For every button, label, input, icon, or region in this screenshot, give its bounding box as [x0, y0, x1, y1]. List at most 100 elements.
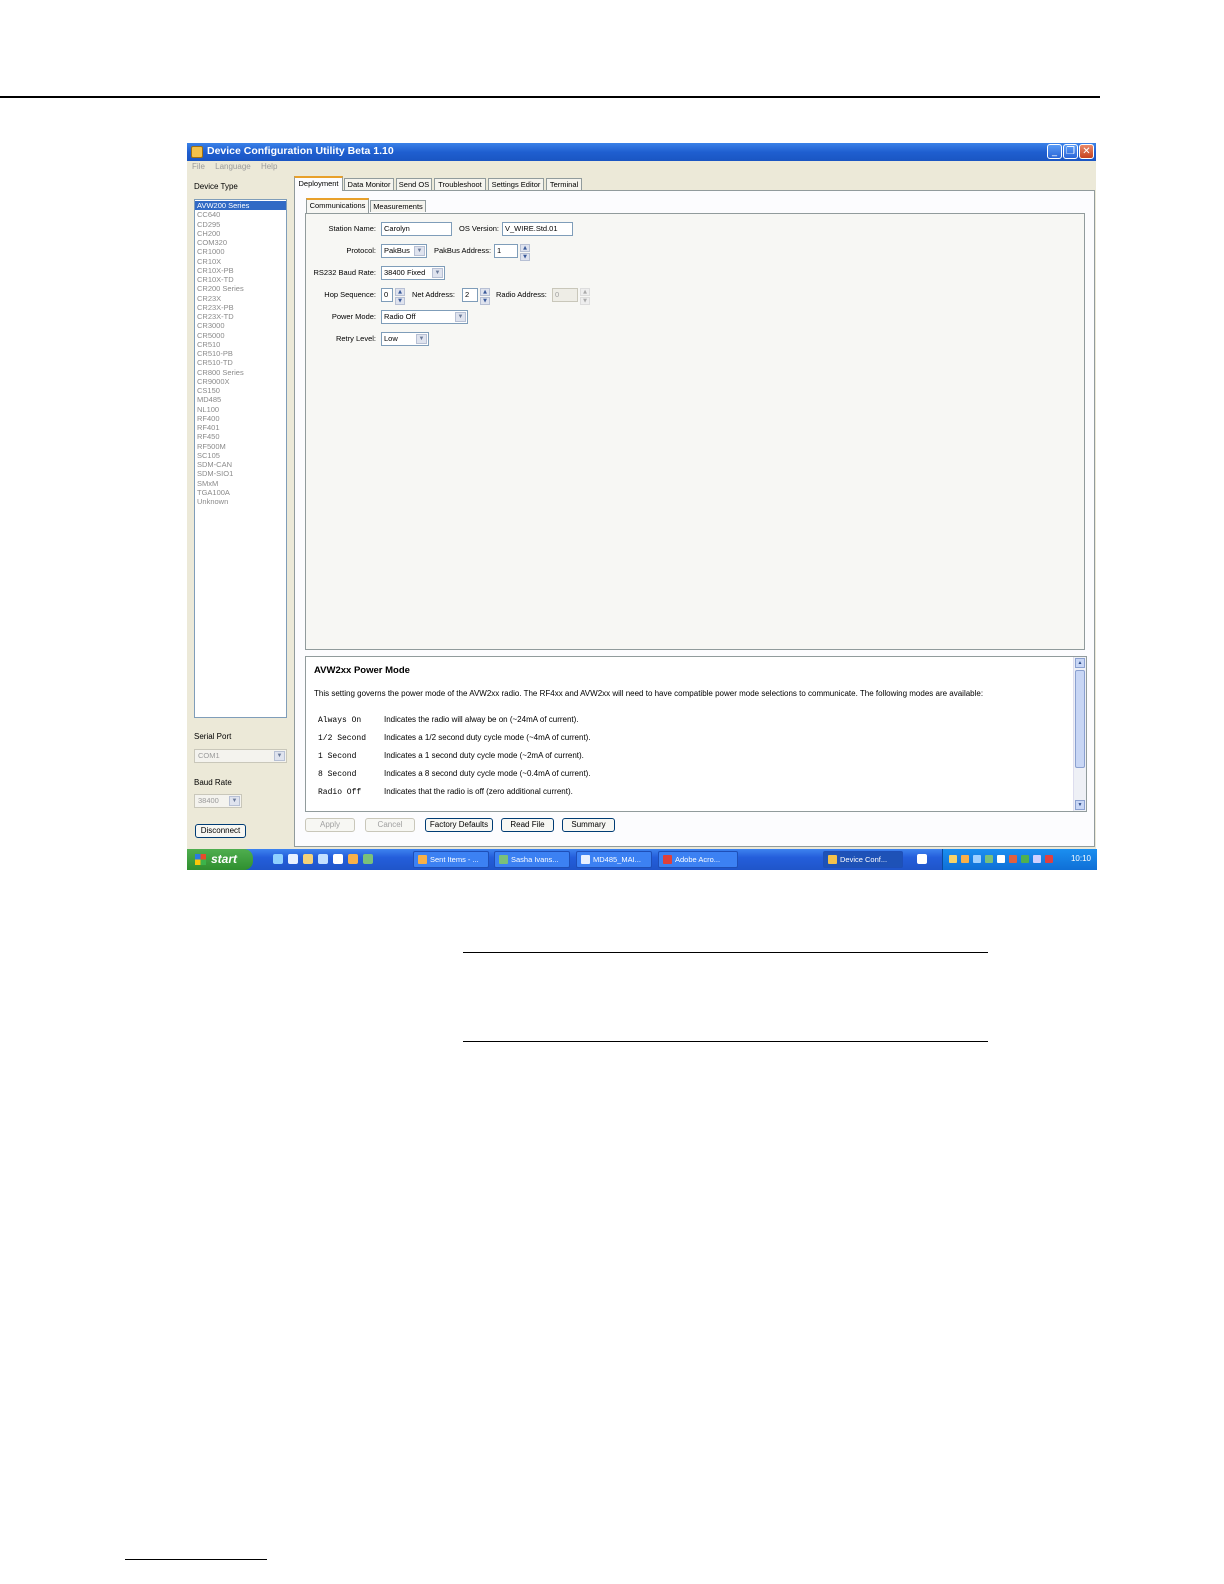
retry-level-select[interactable]: Low ▼ — [381, 332, 429, 346]
mail-icon[interactable] — [949, 855, 957, 863]
menu-file[interactable]: File — [192, 162, 205, 171]
device-list-item[interactable]: RF500M — [195, 442, 286, 451]
pakbus-address-stepper[interactable]: ▲ ▼ — [520, 244, 530, 261]
people-icon[interactable] — [363, 854, 373, 864]
device-list-item[interactable]: CR510-PB — [195, 349, 286, 358]
device-list-item[interactable]: NL100 — [195, 405, 286, 414]
outlook-tray-icon[interactable] — [961, 855, 969, 863]
device-list-item[interactable]: CR23X — [195, 294, 286, 303]
hop-sequence-input[interactable]: 0 — [381, 288, 393, 302]
tab-deployment[interactable]: Deployment — [294, 176, 343, 191]
device-list-item[interactable]: SDM-SIO1 — [195, 469, 286, 478]
scroll-down-icon[interactable]: ▼ — [1075, 800, 1085, 810]
factory-defaults-button[interactable]: Factory Defaults — [425, 818, 493, 832]
tab-troubleshoot[interactable]: Troubleshoot — [434, 178, 486, 190]
device-list-item[interactable]: CD295 — [195, 220, 286, 229]
device-list-item[interactable]: CR510-TD — [195, 358, 286, 367]
device-list-item[interactable]: SDM-CAN — [195, 460, 286, 469]
device-list-item[interactable]: TGA100A — [195, 488, 286, 497]
volume-icon[interactable] — [997, 855, 1005, 863]
disconnect-button[interactable]: Disconnect — [195, 824, 246, 838]
tab-communications[interactable]: Communications — [306, 198, 369, 213]
alert-icon[interactable] — [1045, 855, 1053, 863]
folder-icon[interactable] — [303, 854, 313, 864]
ie-icon[interactable] — [273, 854, 283, 864]
tab-measurements[interactable]: Measurements — [370, 200, 426, 212]
disc-icon[interactable] — [333, 854, 343, 864]
minimize-button[interactable]: _ — [1047, 144, 1062, 159]
power-mode-select[interactable]: Radio Off ▼ — [381, 310, 468, 324]
device-list-item[interactable]: CR10X-TD — [195, 275, 286, 284]
serial-port-value: COM1 — [198, 751, 220, 760]
menu-language[interactable]: Language — [215, 162, 251, 171]
page-header-rule — [0, 96, 1100, 98]
summary-button[interactable]: Summary — [562, 818, 615, 832]
rs232-baud-rate-select[interactable]: 38400 Fixed ▼ — [381, 266, 445, 280]
device-list-item[interactable]: COM320 — [195, 238, 286, 247]
device-type-list[interactable]: AVW200 Series CC640 CD295 CH200 COM320 CR1000… — [194, 199, 287, 718]
device-list-item[interactable]: MD485 — [195, 395, 286, 404]
device-list-item[interactable]: RF400 — [195, 414, 286, 423]
device-list-item[interactable]: CR10X — [195, 257, 286, 266]
device-list-item[interactable]: CR3000 — [195, 321, 286, 330]
tab-send-os[interactable]: Send OS — [396, 178, 432, 190]
scroll-up-icon[interactable]: ▲ — [1075, 658, 1085, 668]
cancel-button[interactable]: Cancel — [365, 818, 415, 832]
apply-button[interactable]: Apply — [305, 818, 355, 832]
station-name-input[interactable]: Carolyn — [381, 222, 452, 236]
media-icon[interactable] — [318, 854, 328, 864]
net-address-input[interactable]: 2 — [462, 288, 478, 302]
serial-port-select[interactable]: COM1 ▼ — [194, 749, 287, 763]
tab-data-monitor[interactable]: Data Monitor — [344, 178, 394, 190]
device-list-item[interactable]: RF450 — [195, 432, 286, 441]
device-list-item[interactable]: Unknown — [195, 497, 286, 506]
device-list-item[interactable]: CH200 — [195, 229, 286, 238]
outlook-icon[interactable] — [348, 854, 358, 864]
tab-settings-editor[interactable]: Settings Editor — [488, 178, 544, 190]
task-adobe-acrobat[interactable]: Adobe Acro... — [658, 851, 738, 868]
messenger-tray-icon[interactable] — [985, 855, 993, 863]
menu-bar: File Language Help — [187, 162, 280, 174]
restore-button[interactable]: ❐ — [1063, 144, 1078, 159]
device-list-item[interactable]: CR23X-TD — [195, 312, 286, 321]
network-icon[interactable] — [973, 855, 981, 863]
task-md485[interactable]: MD485_MAI... — [576, 851, 652, 868]
title-bar[interactable]: Device Configuration Utility Beta 1.10 _… — [187, 143, 1096, 161]
start-button[interactable]: start — [187, 849, 253, 870]
device-list-item[interactable]: RF401 — [195, 423, 286, 432]
scroll-thumb[interactable] — [1075, 670, 1085, 768]
device-list-item[interactable]: CR9000X — [195, 377, 286, 386]
menu-help[interactable]: Help — [261, 162, 277, 171]
help-title: AVW2xx Power Mode — [314, 665, 410, 676]
device-list-item[interactable]: CR5000 — [195, 331, 286, 340]
antivirus-icon[interactable] — [1009, 855, 1017, 863]
net-address-stepper[interactable]: ▲ ▼ — [480, 288, 490, 305]
close-button[interactable]: ✕ — [1079, 144, 1094, 159]
device-list-item[interactable]: CR1000 — [195, 247, 286, 256]
device-list-item[interactable]: CR510 — [195, 340, 286, 349]
task-device-config[interactable]: Device Conf... — [823, 851, 903, 868]
device-list-item[interactable]: SMxM — [195, 479, 286, 488]
baud-rate-select[interactable]: 38400 ▼ — [194, 794, 242, 808]
hop-sequence-stepper[interactable]: ▲ ▼ — [395, 288, 405, 305]
help-scrollbar[interactable]: ▲ ▼ — [1073, 657, 1086, 811]
tab-terminal[interactable]: Terminal — [546, 178, 582, 190]
device-list-item[interactable]: CR10X-PB — [195, 266, 286, 275]
device-list-item[interactable]: CS150 — [195, 386, 286, 395]
help-icon[interactable] — [917, 854, 927, 864]
read-file-button[interactable]: Read File — [501, 818, 554, 832]
outlook-icon — [418, 855, 427, 864]
device-list-item[interactable]: CR23X-PB — [195, 303, 286, 312]
document-icon[interactable] — [288, 854, 298, 864]
task-sasha-ivans[interactable]: Sasha Ivans... — [494, 851, 570, 868]
device-list-item[interactable]: CC640 — [195, 210, 286, 219]
device-list-item[interactable]: CR200 Series — [195, 284, 286, 293]
security-icon[interactable] — [1021, 855, 1029, 863]
pakbus-address-input[interactable]: 1 — [494, 244, 518, 258]
device-list-item[interactable]: AVW200 Series — [195, 201, 286, 211]
task-sent-items[interactable]: Sent Items - ... — [413, 851, 489, 868]
shield-icon[interactable] — [1033, 855, 1041, 863]
device-list-item[interactable]: CR800 Series — [195, 368, 286, 377]
protocol-select[interactable]: PakBus ▼ — [381, 244, 427, 258]
device-list-item[interactable]: SC105 — [195, 451, 286, 460]
